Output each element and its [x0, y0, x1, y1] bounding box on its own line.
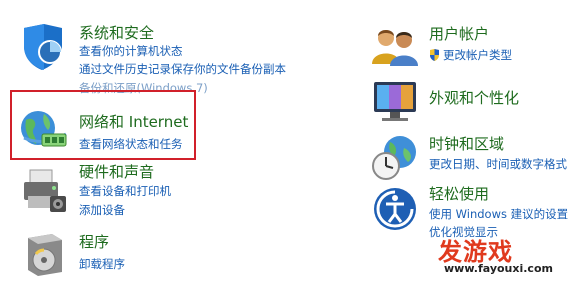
add-device-link[interactable]: 添加设备: [79, 202, 125, 218]
clock-globe-icon[interactable]: [370, 134, 420, 184]
file-history-link[interactable]: 通过文件历史记录保存你的文件备份副本: [79, 61, 286, 77]
users-icon[interactable]: [370, 24, 420, 74]
hardware-sound-title[interactable]: 硬件和声音: [79, 163, 154, 181]
watermark-url: www.fayouxi.com: [444, 262, 553, 275]
monitor-palette-icon[interactable]: [370, 78, 420, 128]
uninstall-program-link[interactable]: 卸载程序: [79, 256, 125, 272]
clock-region-title[interactable]: 时钟和区域: [429, 135, 504, 153]
highlight-frame: [10, 90, 196, 160]
ease-of-access-icon[interactable]: [372, 186, 422, 236]
user-accounts-title[interactable]: 用户帐户: [429, 25, 489, 43]
appearance-title[interactable]: 外观和个性化: [429, 89, 519, 107]
system-security-title[interactable]: 系统和安全: [79, 24, 154, 42]
windows-suggested-settings-link[interactable]: 使用 Windows 建议的设置: [429, 206, 568, 222]
view-computer-status-link[interactable]: 查看你的计算机状态: [79, 43, 183, 59]
site-watermark: 发游戏 www.fayouxi.com: [428, 232, 572, 282]
change-date-time-format-link[interactable]: 更改日期、时间或数字格式: [429, 156, 567, 172]
programs-disc-box-icon[interactable]: [22, 228, 72, 278]
change-account-type-link[interactable]: 更改帐户类型: [429, 47, 512, 63]
uac-shield-icon: [430, 49, 439, 61]
change-account-type-label: 更改帐户类型: [443, 48, 512, 62]
printer-icon[interactable]: [20, 166, 70, 216]
programs-title[interactable]: 程序: [79, 233, 109, 251]
security-shield-icon[interactable]: [18, 22, 68, 72]
ease-of-access-title[interactable]: 轻松使用: [429, 185, 489, 203]
devices-printers-link[interactable]: 查看设备和打印机: [79, 183, 171, 199]
